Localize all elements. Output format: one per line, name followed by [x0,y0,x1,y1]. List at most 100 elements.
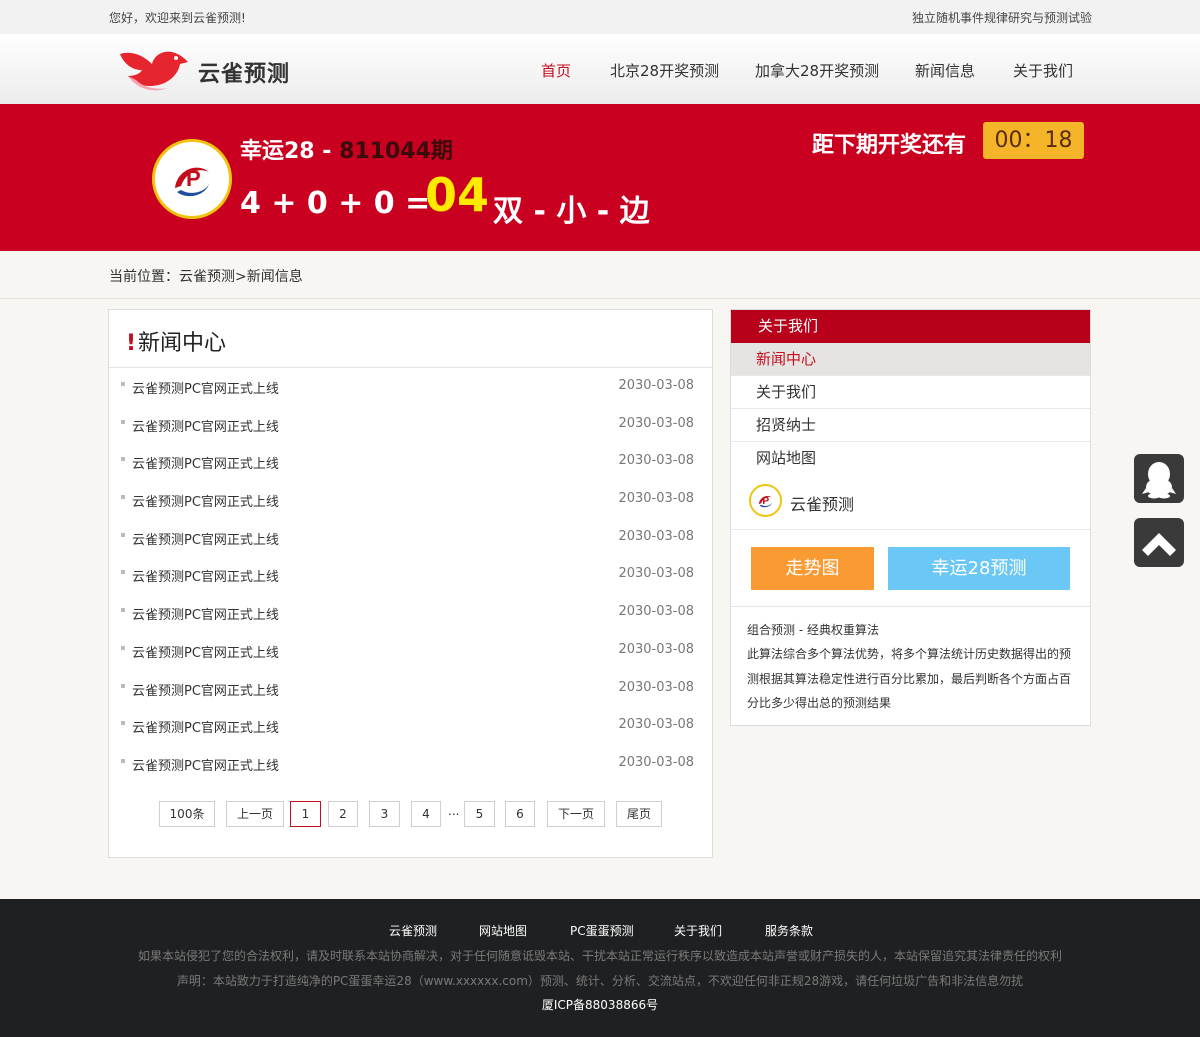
bullet-icon [121,608,125,613]
pager-last-button[interactable]: 尾页 [616,801,662,827]
footer-statement: 声明：本站致力于打造纯净的PC蛋蛋幸运28（www.xxxxxx.com）预测、… [176,974,1024,988]
news-title[interactable]: 云雀预测PC官网正式上线 [132,378,279,397]
list-item[interactable]: 云雀预测PC官网正式上线 2030-03-08 [109,745,712,783]
bullet-icon [121,721,125,726]
news-list: 云雀预测PC官网正式上线 2030-03-08 云雀预测PC官网正式上线 2030-… [109,368,712,783]
bullet-icon [121,382,125,386]
footer-notice: 如果本站侵犯了您的合法权利，请及时联系本站协商解决，对于任何随意诋毁本站、干扰本… [137,949,1062,963]
bullet-icon [121,532,125,537]
news-date: 2030-03-08 [618,528,694,544]
slogan-text: 独立随机事件规律研究与预测试验 [911,11,1092,25]
sidebar-item-about[interactable]: 关于我们 [731,376,1090,409]
news-title[interactable]: 云雀预测PC官网正式上线 [132,755,279,774]
news-date: 2030-03-08 [618,378,694,393]
footer-link-sitemap[interactable]: 网站地图 [479,922,527,939]
sidebar-item-sitemap[interactable]: 网站地图 [731,442,1090,475]
lucky28-predict-button[interactable]: 幸运28预测 [888,547,1070,590]
breadcrumb-home[interactable]: 云雀预测 [179,269,235,285]
algo-description: 此算法综合多个算法优势，将多个算法统计历史数据得出的预测根据其算法稳定性进行百分… [747,647,1072,710]
footer-link-about[interactable]: 关于我们 [674,922,722,939]
breadcrumb-prefix: 当前位置： [109,269,179,285]
top-bar: 您好，欢迎来到云雀预测! 独立随机事件规律研究与预测试验 [0,0,1200,34]
breadcrumb-bar: 当前位置：云雀预测>新闻信息 [0,251,1200,299]
qq-contact-button[interactable] [1134,454,1184,503]
pager-page-3[interactable]: 3 [369,801,400,827]
news-title[interactable]: 云雀预测PC官网正式上线 [132,642,279,661]
news-heading: !新闻中心 [126,325,226,357]
list-item[interactable]: 云雀预测PC官网正式上线 2030-03-08 [109,707,712,745]
period-number: 811044期 [339,139,453,164]
welcome-text: 您好，欢迎来到云雀预测! [109,11,246,25]
logo-text: 云雀预测 [198,62,291,87]
pager-ellipsis: ... [448,804,460,818]
list-item[interactable]: 云雀预测PC官网正式上线 2030-03-08 [109,481,712,519]
footer-icp: 厦ICP备88038866号 [541,998,659,1012]
result-number: 04 [425,168,490,222]
nav-about[interactable]: 关于我们 [1013,60,1073,81]
countdown-label: 距下期开奖还有 [812,133,967,158]
list-item[interactable]: 云雀预测PC官网正式上线 2030-03-08 [109,443,712,481]
pager-page-6[interactable]: 6 [505,801,535,827]
nav-news[interactable]: 新闻信息 [915,60,975,81]
footer-link-pcdd[interactable]: PC蛋蛋预测 [570,922,634,939]
news-date: 2030-03-08 [618,754,694,770]
news-date: 2030-03-08 [618,717,694,733]
sidebar-item-news[interactable]: 新闻中心 [731,343,1090,376]
pager-next-button[interactable]: 下一页 [547,801,605,827]
news-title[interactable]: 云雀预测PC官网正式上线 [132,453,279,472]
news-title[interactable]: 云雀预测PC官网正式上线 [132,491,279,510]
news-title[interactable]: 云雀预测PC官网正式上线 [132,416,279,435]
site-footer: 云雀预测 网站地图 PC蛋蛋预测 关于我们 服务条款 如果本站侵犯了您的合法权利… [0,899,1200,1037]
news-title[interactable]: 云雀预测PC官网正式上线 [132,566,279,585]
list-item[interactable]: 云雀预测PC官网正式上线 2030-03-08 [109,519,712,557]
news-date: 2030-03-08 [618,415,694,431]
nav-canada28[interactable]: 加拿大28开奖预测 [755,60,879,81]
bullet-icon [121,683,125,688]
heading-mark: ! [126,331,137,356]
list-item[interactable]: 云雀预测PC官网正式上线 2030-03-08 [109,670,712,708]
sidebar-panel: 关于我们 新闻中心 关于我们 招贤纳士 网站地图 P 云雀预测 走势图 幸运28… [730,309,1091,726]
list-item[interactable]: 云雀预测PC官网正式上线 2030-03-08 [109,632,712,670]
news-header: !新闻中心 [109,310,712,368]
back-to-top-button[interactable] [1134,518,1184,567]
sidebar-item-jobs[interactable]: 招贤纳士 [731,409,1090,442]
pager-prev-button[interactable]: 上一页 [226,801,284,827]
countdown-timer: 00：18 [983,122,1084,159]
pager-page-5[interactable]: 5 [464,801,495,827]
breadcrumb: 当前位置：云雀预测>新闻信息 [109,266,303,286]
bullet-icon [121,495,125,500]
svg-text:P: P [186,166,201,191]
news-panel: !新闻中心 云雀预测PC官网正式上线 2030-03-08 云雀预测PC官网正式上… [108,309,713,858]
pager-page-2[interactable]: 2 [328,801,358,827]
bullet-icon [121,457,125,462]
news-title[interactable]: 云雀预测PC官网正式上线 [132,680,279,699]
breadcrumb-current: 新闻信息 [246,269,303,285]
list-item[interactable]: 云雀预测PC官网正式上线 2030-03-08 [109,594,712,632]
game-name: 幸运28 - [240,139,340,164]
news-heading-text: 新闻中心 [138,331,227,356]
brand-badge-icon: P [749,484,782,517]
list-item[interactable]: 云雀预测PC官网正式上线 2030-03-08 [109,556,712,594]
news-title[interactable]: 云雀预测PC官网正式上线 [132,717,279,736]
pager-total: 100条 [159,801,215,827]
pager-page-4[interactable]: 4 [411,801,441,827]
nav-home[interactable]: 首页 [541,60,571,81]
bullet-icon [121,758,125,763]
qq-penguin-icon [1142,462,1176,499]
news-date: 2030-03-08 [618,453,694,469]
pager-page-1[interactable]: 1 [290,801,321,827]
algo-title: 组合预测 - 经典权重算法 [747,623,879,637]
nav-beijing28[interactable]: 北京28开奖预测 [610,60,719,81]
footer-link-home[interactable]: 云雀预测 [389,922,437,939]
sidebar-divider [731,606,1090,607]
news-title[interactable]: 云雀预测PC官网正式上线 [132,529,279,548]
list-item[interactable]: 云雀预测PC官网正式上线 2030-03-08 [109,368,712,406]
news-title[interactable]: 云雀预测PC官网正式上线 [132,604,279,623]
svg-text:P: P [762,496,769,507]
lottery-name: 幸运28 - 811044期 [240,133,453,165]
bullet-icon [121,570,125,575]
trend-chart-button[interactable]: 走势图 [751,547,874,590]
list-item[interactable]: 云雀预测PC官网正式上线 2030-03-08 [109,406,712,444]
footer-link-terms[interactable]: 服务条款 [765,922,813,939]
bullet-icon [121,645,125,650]
